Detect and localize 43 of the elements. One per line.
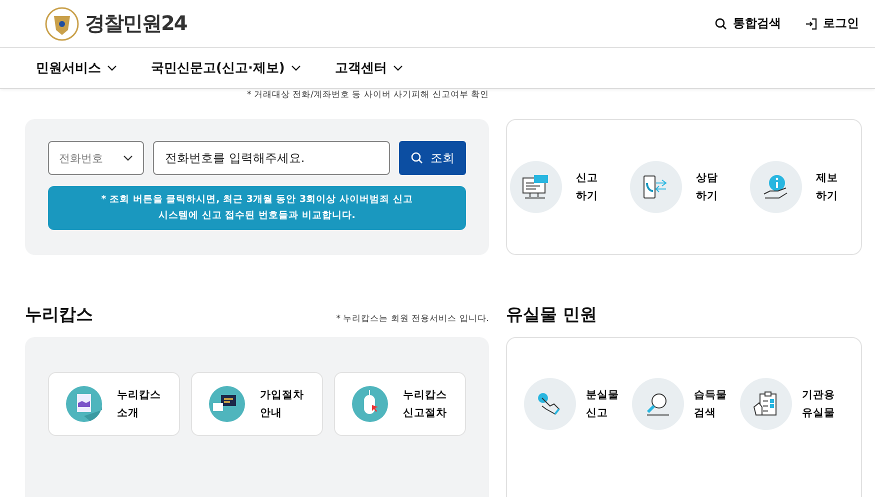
section-title: 누리캅스: [25, 305, 93, 325]
tile-label: 기관용 유실물: [802, 388, 836, 421]
section-note: * 누리캅스는 회원 전용서비스 입니다.: [336, 313, 489, 325]
service-tile[interactable]: 제보 하기: [750, 161, 858, 213]
nav-menu-item[interactable]: 민원서비스: [36, 59, 117, 77]
search-icon: [410, 152, 422, 164]
info-hand-icon: [762, 174, 790, 200]
chat-icon: [209, 386, 245, 422]
search-link[interactable]: 통합검색: [715, 15, 781, 32]
site-logo-text[interactable]: 경찰민원24: [85, 10, 187, 37]
mouse-icon: [352, 386, 388, 422]
service-tile[interactable]: 신고 하기: [510, 161, 618, 213]
service-tile[interactable]: 상담 하기: [630, 161, 738, 213]
service-card[interactable]: 누리캅스 소개: [48, 372, 180, 436]
tile-label: 가입절차 안내: [260, 388, 305, 421]
chevron-down-icon: [107, 65, 117, 71]
tile-label: 신고 하기: [576, 171, 599, 204]
phone-input-field[interactable]: 전화번호를 입력해주세요.: [153, 141, 390, 175]
document-icon: [66, 386, 102, 422]
type-select[interactable]: 전화번호: [48, 141, 144, 175]
service-card[interactable]: 가입절차 안내: [191, 372, 323, 436]
notice-banner: * 조회 버튼을 클릭하시면, 최근 3개월 동안 3회이상 사이버범죄 신고 시스템에 신고 접수된 번호들과 비교합니다.: [48, 186, 466, 230]
chevron-down-icon: [392, 65, 403, 71]
police-emblem-icon: [45, 6, 79, 40]
section-note: * 거래대상 전화/계좌번호 등 사이버 사기피해 신고여부 확인: [246, 89, 489, 101]
tile-label: 습득물 검색: [694, 388, 728, 421]
tile-label: 누리캅스 소개: [117, 388, 162, 421]
service-card[interactable]: 누리캅스 신고절차: [334, 372, 466, 436]
computer-icon: [522, 174, 550, 200]
search-icon: [715, 18, 727, 30]
section-title: 유실물 민원: [506, 305, 597, 325]
nav-menu-item[interactable]: 고객센터: [334, 59, 403, 77]
tile-label: 제보 하기: [816, 171, 839, 204]
chevron-down-icon: [290, 65, 301, 71]
chevron-down-icon: [123, 155, 133, 161]
lookup-button[interactable]: 조회: [399, 141, 466, 175]
tile-label: 상담 하기: [696, 171, 719, 204]
login-icon: [805, 18, 817, 30]
magnifier-icon: [644, 391, 672, 417]
login-link[interactable]: 로그인: [805, 15, 859, 32]
nav-menu-item[interactable]: 국민신문고(신고·제보): [151, 59, 301, 77]
tile-label: 누리캅스 신고절차: [403, 388, 448, 421]
tile-label: 분실물 신고: [586, 388, 620, 421]
